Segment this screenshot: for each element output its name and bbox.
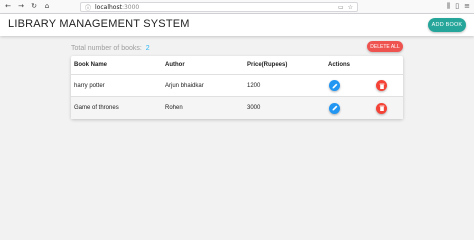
home-icon[interactable]: ⌂ bbox=[42, 2, 52, 12]
library-icon[interactable]: ⫼ bbox=[447, 2, 450, 11]
book-count-label: Total number of books: bbox=[71, 45, 142, 52]
trash-icon bbox=[379, 83, 384, 89]
pencil-icon bbox=[332, 105, 337, 111]
books-table: Book Name Author Price(Rupees) Actions h… bbox=[71, 56, 403, 119]
delete-button[interactable] bbox=[376, 80, 387, 91]
forward-icon[interactable]: → bbox=[16, 2, 26, 12]
page-title: LIBRARY MANAGEMENT SYSTEM bbox=[8, 18, 190, 30]
delete-button[interactable] bbox=[376, 102, 387, 114]
edit-button[interactable] bbox=[329, 102, 340, 114]
cell-book-name: Game of thrones bbox=[74, 105, 119, 111]
header-price: Price(Rupees) bbox=[247, 62, 288, 68]
delete-all-button[interactable]: DELETE ALL bbox=[367, 41, 403, 52]
cell-price: 3000 bbox=[247, 105, 261, 111]
reader-icon[interactable]: ▭ bbox=[338, 4, 344, 11]
url-actions: ▭ ☆ bbox=[338, 4, 353, 11]
cell-author: Rohen bbox=[165, 105, 183, 111]
back-icon[interactable]: ← bbox=[3, 2, 13, 12]
url-host: localhost bbox=[95, 3, 122, 11]
url-text: localhost:3000 bbox=[95, 4, 139, 11]
url-port: :3000 bbox=[121, 3, 140, 11]
cell-price: 1200 bbox=[247, 82, 261, 89]
cell-author: Arjun bhaidkar bbox=[165, 82, 204, 89]
url-bar[interactable]: ⓘ localhost:3000 ▭ ☆ bbox=[80, 2, 358, 12]
bookmark-icon[interactable]: ☆ bbox=[348, 4, 353, 11]
browser-toolbar: ← → ↻ ⌂ ⓘ localhost:3000 ▭ ☆ ⫼ ▯ ≡ bbox=[0, 0, 474, 14]
edit-button[interactable] bbox=[329, 80, 340, 91]
app-header: LIBRARY MANAGEMENT SYSTEM ADD BOOK bbox=[0, 14, 474, 36]
add-book-button[interactable]: ADD BOOK bbox=[428, 18, 466, 32]
header-author: Author bbox=[165, 62, 185, 68]
menu-icon[interactable]: ≡ bbox=[464, 2, 470, 11]
pencil-icon bbox=[332, 83, 337, 88]
cell-book-name: harry potter bbox=[74, 82, 105, 89]
table-row: Game of thrones Rohen 3000 bbox=[71, 97, 403, 119]
browser-tools: ⫼ ▯ ≡ bbox=[447, 2, 470, 11]
reload-icon[interactable]: ↻ bbox=[29, 2, 39, 12]
table-row: harry potter Arjun bhaidkar 1200 bbox=[71, 75, 403, 97]
table-header: Book Name Author Price(Rupees) Actions bbox=[71, 56, 403, 75]
trash-icon bbox=[379, 105, 384, 111]
book-count-value: 2 bbox=[145, 45, 150, 52]
header-book-name: Book Name bbox=[74, 62, 108, 68]
info-icon[interactable]: ⓘ bbox=[85, 3, 91, 12]
header-actions: Actions bbox=[328, 62, 351, 68]
book-count: Total number of books: 2 bbox=[71, 45, 150, 52]
sidebar-icon[interactable]: ▯ bbox=[455, 2, 459, 11]
